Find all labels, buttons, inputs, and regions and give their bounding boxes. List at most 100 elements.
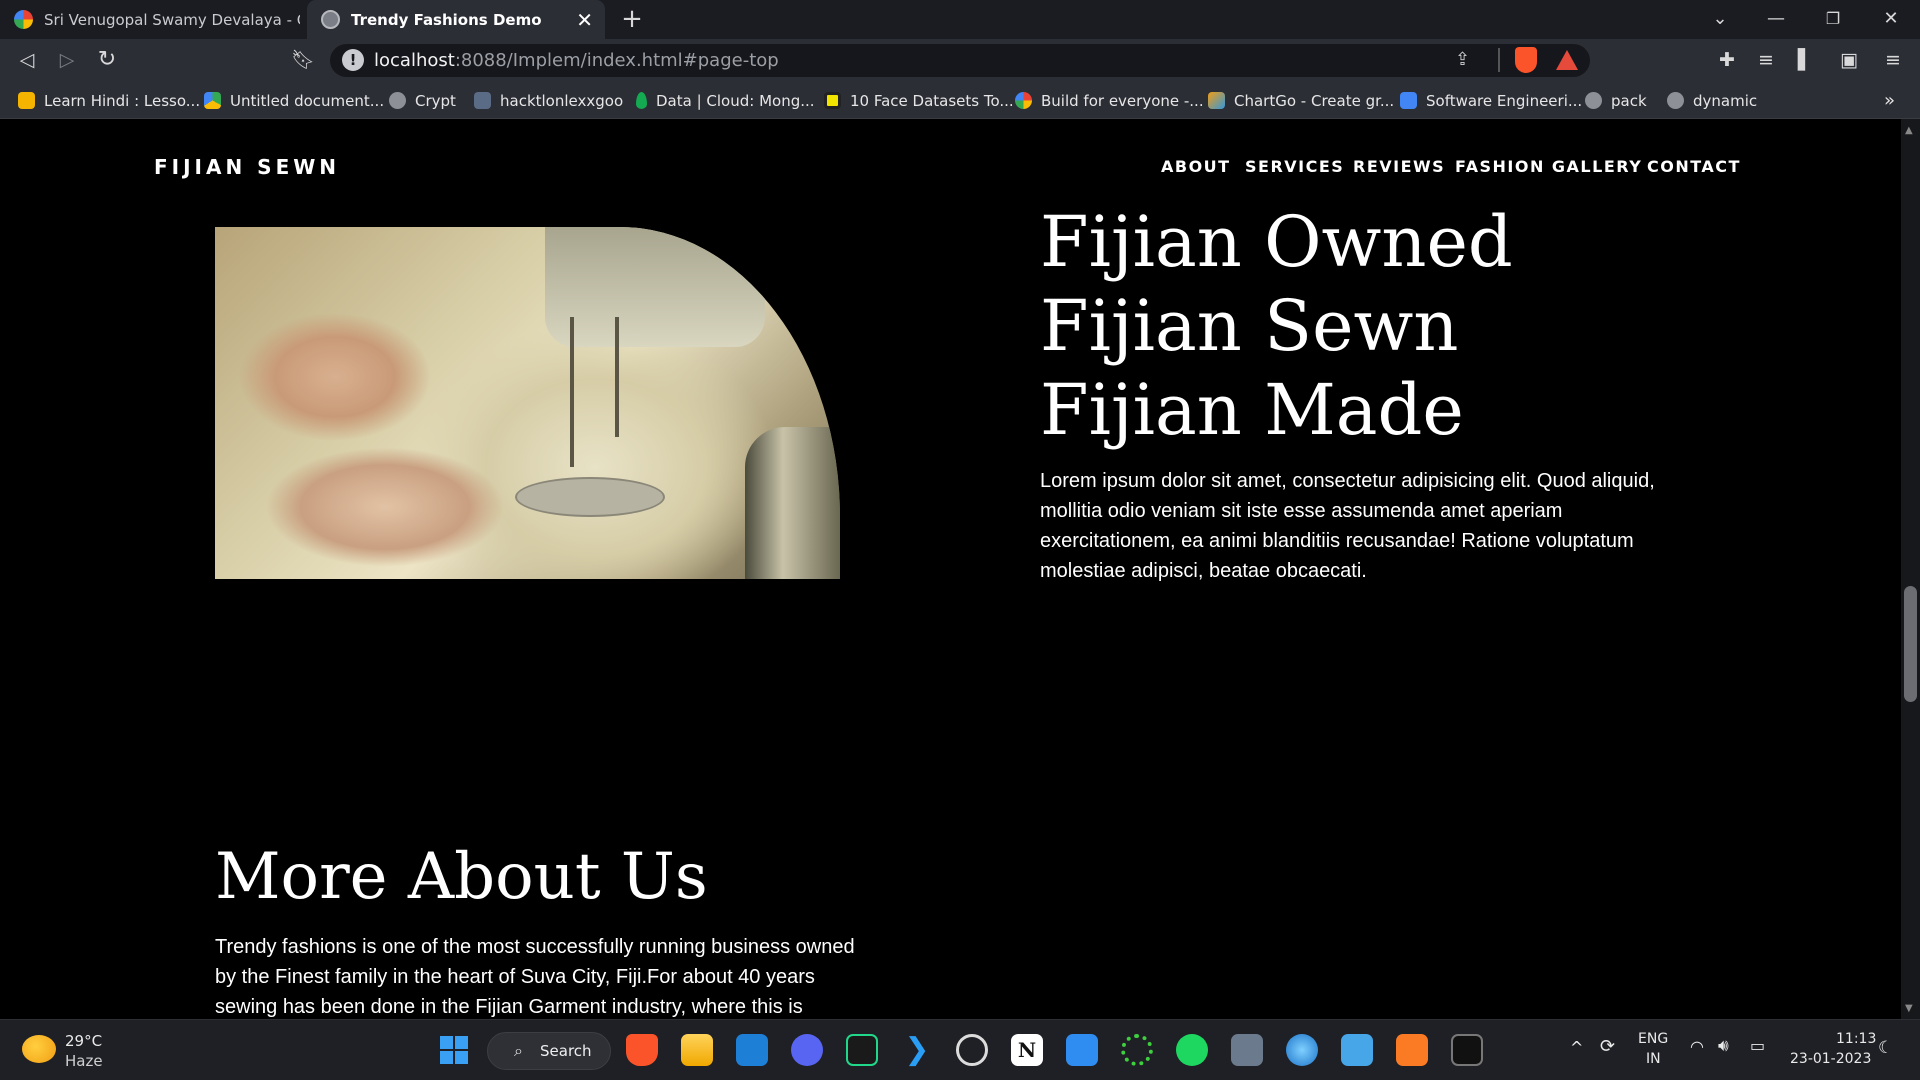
wallet-icon[interactable]: ▣ xyxy=(1836,47,1862,73)
bookmark-item[interactable]: 10 Face Datasets To... xyxy=(824,90,1014,111)
menu-icon[interactable]: ≡ xyxy=(1880,47,1906,73)
minimize-icon[interactable]: — xyxy=(1761,7,1791,31)
calculator-icon[interactable] xyxy=(1231,1034,1263,1066)
nav-reviews[interactable]: REVIEWS xyxy=(1353,157,1445,176)
notion-icon[interactable]: N xyxy=(1011,1034,1043,1066)
thread-spool xyxy=(745,427,840,579)
terminal-icon[interactable] xyxy=(1451,1034,1483,1066)
taskbar-search[interactable]: ⌕ Search xyxy=(487,1032,611,1070)
discord-icon[interactable] xyxy=(791,1034,823,1066)
new-tab-button[interactable]: + xyxy=(617,6,647,32)
url-text: localhost:8088/Implem/index.html#page-to… xyxy=(374,50,779,71)
bookmark-item[interactable]: Learn Hindi : Lesso... xyxy=(18,90,200,111)
bookmark-icon[interactable]: 🔖︎ xyxy=(290,47,316,73)
google-drive-icon xyxy=(204,92,221,109)
playlist-icon[interactable]: ≡ xyxy=(1753,47,1779,73)
app-loader-icon[interactable] xyxy=(1121,1034,1153,1066)
bookmark-item[interactable]: hacktlonlexxgoo xyxy=(474,90,623,111)
globe-icon xyxy=(389,92,406,109)
weather-sun-icon[interactable] xyxy=(22,1035,56,1063)
close-tab-icon[interactable]: ✕ xyxy=(576,8,593,32)
bookmark-item[interactable]: ChartGo - Create gr... xyxy=(1208,90,1394,111)
nav-about[interactable]: ABOUT xyxy=(1161,157,1231,176)
google-docs-icon xyxy=(1400,92,1417,109)
scroll-up-icon[interactable]: ▲ xyxy=(1905,125,1913,136)
extensions-icon[interactable]: ✚ xyxy=(1714,47,1740,73)
scroll-thumb[interactable] xyxy=(1904,586,1917,702)
close-window-icon[interactable]: ✕ xyxy=(1876,7,1906,31)
show-hidden-icons-chevron-icon[interactable]: ^ xyxy=(1570,1038,1583,1057)
globe-app-icon[interactable] xyxy=(1286,1034,1318,1066)
globe-icon xyxy=(1585,92,1602,109)
mail-icon[interactable] xyxy=(736,1034,768,1066)
brave-browser-icon[interactable] xyxy=(626,1034,658,1066)
nav-services[interactable]: SERVICES xyxy=(1245,157,1344,176)
google-favicon-icon xyxy=(14,10,33,29)
google-icon xyxy=(1015,92,1032,109)
bookmark-item[interactable]: Crypt xyxy=(389,90,456,111)
language-line-1[interactable]: ENG xyxy=(1638,1031,1668,1047)
bookmark-item[interactable]: Data | Cloud: Mong... xyxy=(636,90,815,111)
forward-icon[interactable]: ▷ xyxy=(54,47,80,73)
hero-heading-line: Fijian Sewn xyxy=(1040,285,1459,367)
presser-foot xyxy=(615,317,619,437)
clock-time[interactable]: 11:13 xyxy=(1836,1031,1876,1047)
bookmark-item[interactable]: Build for everyone -... xyxy=(1015,90,1204,111)
restore-icon[interactable]: ❐ xyxy=(1818,7,1848,31)
tab-search-chevron-icon[interactable]: ⌄ xyxy=(1705,7,1735,31)
page-scrollbar[interactable]: ▲ ▼ xyxy=(1901,119,1920,1019)
hero-heading-line: Fijian Owned xyxy=(1040,201,1513,283)
weather-temp[interactable]: 29°C xyxy=(65,1032,102,1050)
weather-desc[interactable]: Haze xyxy=(65,1052,103,1070)
spotify-icon[interactable] xyxy=(1176,1034,1208,1066)
hero-paragraph: Lorem ipsum dolor sit amet, consectetur … xyxy=(1040,470,1655,582)
windows-start-icon[interactable] xyxy=(438,1034,470,1066)
address-bar[interactable]: ! localhost:8088/Implem/index.html#page-… xyxy=(330,44,1590,77)
chartgo-icon xyxy=(1208,92,1225,109)
bookmark-item[interactable]: Software Engineeri... xyxy=(1400,90,1582,111)
bookmark-item[interactable]: Untitled document... xyxy=(204,90,384,111)
notification-moon-icon[interactable]: ☾ xyxy=(1878,1038,1893,1058)
bookmarks-bar: Learn Hindi : Lesso... Untitled document… xyxy=(0,82,1920,119)
brave-shields-icon[interactable] xyxy=(1515,47,1537,73)
web-page: FIJIAN SEWN ABOUT SERVICES REVIEWS FASHI… xyxy=(0,119,1901,1019)
info-icon[interactable]: ! xyxy=(342,49,364,71)
more-about-paragraph: Trendy fashions is one of the most succe… xyxy=(215,936,855,1018)
globe-icon xyxy=(1667,92,1684,109)
tab-inactive[interactable]: Sri Venugopal Swamy Devalaya - Goog xyxy=(0,0,300,39)
notepad-icon[interactable] xyxy=(1341,1034,1373,1066)
vscode-icon[interactable]: ❯ xyxy=(901,1034,933,1066)
bookmark-favicon-icon xyxy=(474,92,491,109)
sidebar-icon[interactable]: ▌ xyxy=(1792,47,1818,73)
machine-arm xyxy=(545,227,765,347)
volume-icon[interactable]: 🔊︎ xyxy=(1718,1036,1729,1056)
windows-taskbar: 29°C Haze ⌕ Search ❯ N ^ ⟳ ENG IN ◠ 🔊︎ ▭… xyxy=(0,1019,1920,1080)
sync-icon[interactable]: ⟳ xyxy=(1600,1036,1615,1057)
battery-icon[interactable]: ▭ xyxy=(1750,1036,1765,1055)
xampp-icon[interactable] xyxy=(1396,1034,1428,1066)
bookmark-item[interactable]: pack xyxy=(1585,90,1647,111)
brave-rewards-icon[interactable] xyxy=(1556,50,1578,70)
needle-bar xyxy=(570,317,574,467)
clock-date[interactable]: 23-01-2023 xyxy=(1790,1051,1871,1067)
reload-icon[interactable]: ↻ xyxy=(94,47,120,73)
language-line-2[interactable]: IN xyxy=(1646,1051,1661,1067)
site-brand[interactable]: FIJIAN SEWN xyxy=(154,155,340,179)
back-icon[interactable]: ◁ xyxy=(14,47,40,73)
bookmark-item[interactable]: dynamic xyxy=(1667,90,1757,111)
tab-active[interactable]: Trendy Fashions Demo ✕ xyxy=(307,0,605,39)
pycharm-icon[interactable] xyxy=(846,1034,878,1066)
nav-fashion-gallery[interactable]: FASHION GALLERY xyxy=(1455,157,1642,176)
sewing-machine-image xyxy=(215,227,840,579)
wifi-icon[interactable]: ◠ xyxy=(1690,1037,1704,1056)
bookmark-favicon-icon xyxy=(824,92,841,109)
nav-contact[interactable]: CONTACT xyxy=(1647,157,1741,176)
bookmark-favicon-icon xyxy=(18,92,35,109)
bookmarks-overflow-button[interactable]: » xyxy=(1884,90,1895,111)
scroll-down-icon[interactable]: ▼ xyxy=(1905,1003,1913,1014)
globe-favicon-icon xyxy=(321,10,340,29)
app-icon[interactable] xyxy=(1066,1034,1098,1066)
obs-icon[interactable] xyxy=(956,1034,988,1066)
file-explorer-icon[interactable] xyxy=(681,1034,713,1066)
share-icon[interactable]: ⇪ xyxy=(1455,49,1470,70)
